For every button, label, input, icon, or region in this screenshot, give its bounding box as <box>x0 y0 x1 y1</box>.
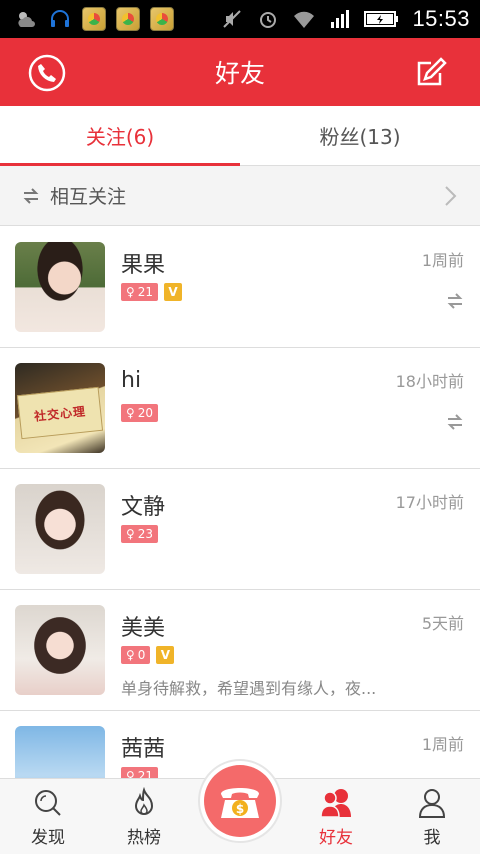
tab-fans[interactable]: 粉丝(13) <box>240 106 480 165</box>
svg-text:$: $ <box>236 802 244 816</box>
avatar[interactable] <box>15 242 105 332</box>
chevron-right-icon <box>445 185 457 206</box>
edit-button[interactable] <box>410 52 452 94</box>
friend-name: hi <box>121 368 142 393</box>
battery-icon <box>364 11 399 27</box>
age-badge: ♀ 0 <box>121 646 151 664</box>
friend-name: 果果 <box>121 253 166 278</box>
list-item[interactable]: 社交心理 hi 18小时前 ♀ 20 <box>0 348 480 469</box>
female-icon: ♀ <box>126 648 135 662</box>
page-title: 好友 <box>214 59 265 88</box>
app-notification-icon <box>82 7 106 31</box>
app-notification-icon <box>150 7 174 31</box>
phone-icon <box>28 54 66 92</box>
badges: ♀ 20 <box>121 404 159 422</box>
tab-bar: 关注(6) 粉丝(13) <box>0 106 480 166</box>
app-notification-icon <box>116 7 140 31</box>
alarm-icon <box>260 12 277 28</box>
signal-icon <box>331 10 350 28</box>
badges: ♀ 0 V <box>121 646 175 664</box>
nav-label: 发现 <box>31 828 65 848</box>
nav-label: 我 <box>423 828 441 848</box>
friend-list: 果果 1周前 ♀ 21 V 社交心理 hi 18小时前 ♀ 20 文静 17小时前 … <box>0 227 480 832</box>
swap-icon <box>23 187 39 204</box>
last-active-time: 1周前 <box>421 735 464 754</box>
edit-icon <box>417 57 447 86</box>
avatar-sign-text: 社交心理 <box>16 386 104 440</box>
age-badge: ♀ 21 <box>121 283 159 301</box>
badges: ♀ 23 <box>121 525 159 543</box>
list-item[interactable]: 文静 17小时前 ♀ 23 <box>0 469 480 590</box>
vip-badge: V <box>164 283 183 301</box>
last-active-time: 17小时前 <box>395 493 464 512</box>
nav-discover[interactable]: 发现 <box>0 779 96 854</box>
last-active-time: 1周前 <box>421 251 464 270</box>
nav-me[interactable]: 我 <box>384 779 480 854</box>
signature: 单身待解救，希望遇到有缘人，夜... <box>121 679 377 698</box>
mutual-follow-icon <box>447 293 463 309</box>
nav-label: 好友 <box>319 828 353 848</box>
badges: ♀ 21 V <box>121 283 183 301</box>
friend-name: 文静 <box>121 495 166 520</box>
search-icon <box>35 790 61 816</box>
call-log-button[interactable] <box>26 52 68 94</box>
avatar[interactable] <box>15 484 105 574</box>
mutual-follow-icon <box>447 414 463 430</box>
headset-icon <box>51 10 69 27</box>
mutual-follow-label: 相互关注 <box>50 186 127 208</box>
list-item[interactable]: 美美 5天前 ♀ 0 V 单身待解救，希望遇到有缘人，夜... <box>0 590 480 711</box>
telephone-coin-icon: $ <box>221 788 259 818</box>
person-icon <box>418 789 446 818</box>
tab-following[interactable]: 关注(6) <box>0 106 240 166</box>
weather-icon <box>18 12 35 27</box>
female-icon: ♀ <box>126 406 135 420</box>
app-header: 好友 <box>0 38 480 106</box>
bottom-nav: 发现 热榜 $ 好友 我 <box>0 759 480 854</box>
friend-name: 茜茜 <box>121 737 166 762</box>
avatar[interactable] <box>15 605 105 695</box>
nav-label: 热榜 <box>127 828 161 848</box>
friend-name: 美美 <box>121 616 166 641</box>
list-item[interactable]: 果果 1周前 ♀ 21 V <box>0 227 480 348</box>
friends-icon <box>320 789 351 818</box>
nav-friends[interactable]: 好友 <box>288 779 384 854</box>
nav-trending[interactable]: 热榜 <box>96 779 192 854</box>
flame-icon <box>134 787 154 815</box>
mute-icon <box>223 10 242 28</box>
age-badge: ♀ 20 <box>121 404 159 422</box>
female-icon: ♀ <box>126 527 135 541</box>
mutual-follow-row[interactable]: 相互关注 <box>0 166 480 226</box>
vip-badge: V <box>156 646 175 664</box>
nav-center-slot: $ <box>192 759 288 854</box>
status-bar: 15:53 <box>0 0 480 38</box>
avatar[interactable]: 社交心理 <box>15 363 105 453</box>
last-active-time: 5天前 <box>421 614 464 633</box>
quick-call-button[interactable]: $ <box>198 759 282 843</box>
age-badge: ♀ 23 <box>121 525 159 543</box>
quick-call-circle: $ <box>204 765 276 837</box>
last-active-time: 18小时前 <box>395 372 464 391</box>
female-icon: ♀ <box>126 285 135 299</box>
clock: 15:53 <box>412 6 470 31</box>
wifi-icon <box>294 11 315 28</box>
